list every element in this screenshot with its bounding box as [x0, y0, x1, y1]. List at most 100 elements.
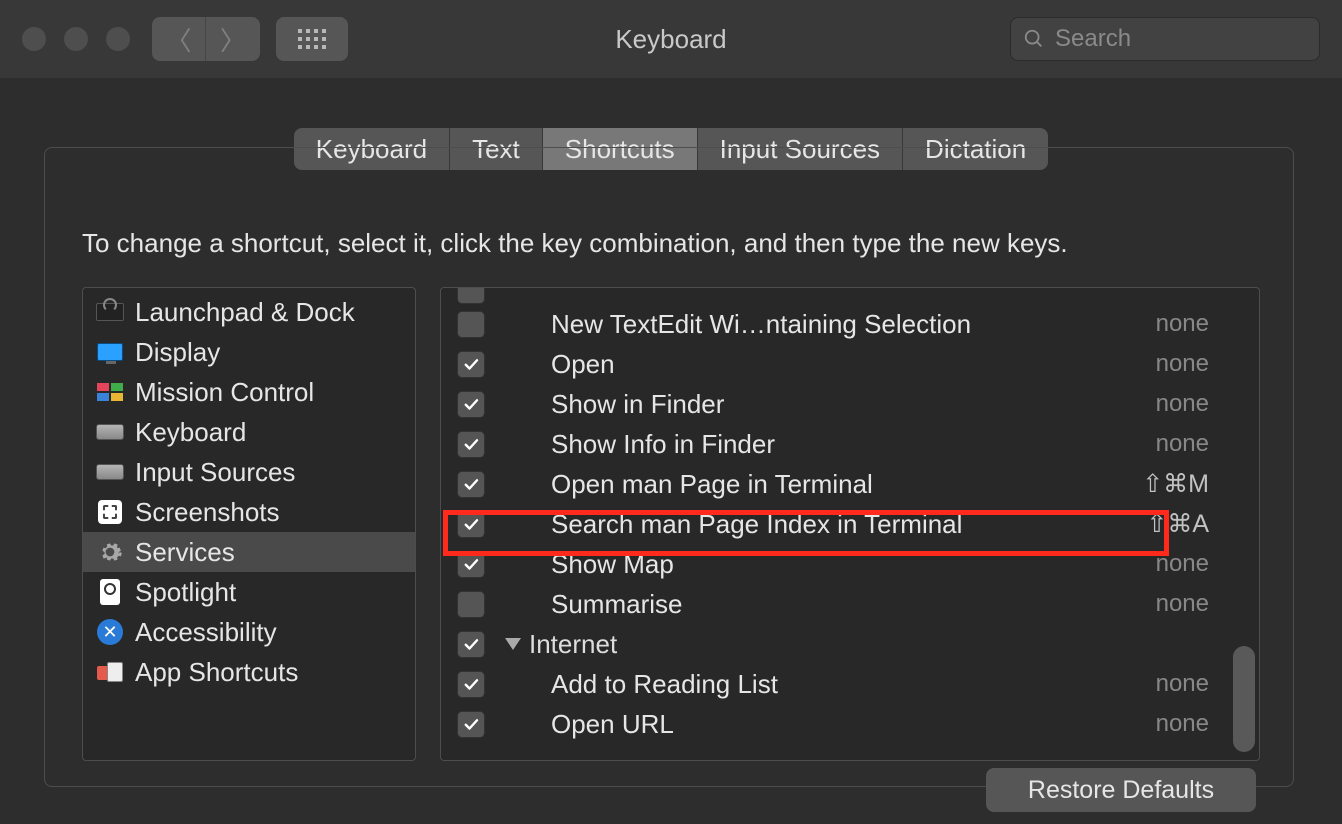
list-item[interactable]: Show Map none: [441, 544, 1259, 584]
sidebar-item-display[interactable]: Display: [83, 332, 415, 372]
list-item[interactable]: Add to Reading List none: [441, 664, 1259, 704]
sidebar-item-accessibility[interactable]: ✕ Accessibility: [83, 612, 415, 652]
gear-icon: [95, 538, 125, 566]
sidebar-item-label: Spotlight: [135, 577, 236, 608]
shortcut-value[interactable]: none: [1156, 670, 1209, 698]
group-header-internet[interactable]: Internet: [441, 624, 1259, 664]
tab-input-sources[interactable]: Input Sources: [698, 128, 903, 170]
sidebar-item-label: Mission Control: [135, 377, 314, 408]
sidebar-item-keyboard[interactable]: Keyboard: [83, 412, 415, 452]
shortcut-value[interactable]: none: [1156, 430, 1209, 458]
forward-button[interactable]: 〉: [206, 17, 260, 61]
checkbox[interactable]: [457, 551, 485, 578]
checkbox[interactable]: [457, 591, 485, 618]
sidebar-item-services[interactable]: Services: [83, 532, 415, 572]
shortcut-value[interactable]: ⇧⌘M: [1142, 469, 1209, 499]
minimize-window-button[interactable]: [64, 27, 88, 51]
launchpad-icon: [95, 298, 125, 326]
scrollbar[interactable]: [1233, 646, 1255, 752]
shortcut-value[interactable]: none: [1156, 310, 1209, 338]
sidebar-item-input-sources[interactable]: Input Sources: [83, 452, 415, 492]
checkbox[interactable]: [457, 711, 485, 738]
sidebar-item-label: Screenshots: [135, 497, 280, 528]
checkbox[interactable]: [457, 391, 485, 418]
tab-dictation[interactable]: Dictation: [903, 128, 1048, 170]
checkbox[interactable]: [457, 351, 485, 378]
checkbox[interactable]: [457, 288, 485, 304]
close-window-button[interactable]: [22, 27, 46, 51]
sidebar-item-mission-control[interactable]: Mission Control: [83, 372, 415, 412]
sidebar-item-label: Keyboard: [135, 417, 246, 448]
tab-keyboard[interactable]: Keyboard: [294, 128, 450, 170]
list-item[interactable]: [441, 288, 1259, 304]
list-item[interactable]: Show Info in Finder none: [441, 424, 1259, 464]
sidebar-item-label: Launchpad & Dock: [135, 297, 355, 328]
categories-list: Launchpad & Dock Display Mission Control…: [82, 287, 416, 761]
chevron-right-icon: 〉: [220, 21, 246, 58]
shortcut-value[interactable]: none: [1156, 710, 1209, 738]
restore-defaults-button[interactable]: Restore Defaults: [986, 768, 1256, 812]
search-icon: [1023, 28, 1045, 50]
grid-icon: [298, 29, 326, 49]
sidebar-item-label: Display: [135, 337, 220, 368]
checkbox[interactable]: [457, 431, 485, 458]
search-placeholder: Search: [1055, 25, 1131, 53]
back-button[interactable]: 〈: [152, 17, 206, 61]
checkbox[interactable]: [457, 471, 485, 498]
sidebar-item-app-shortcuts[interactable]: App Shortcuts: [83, 652, 415, 692]
window-title: Keyboard: [615, 24, 726, 55]
search-input[interactable]: Search: [1010, 17, 1320, 61]
service-label: Show Map: [551, 549, 1189, 580]
tab-shortcuts[interactable]: Shortcuts: [543, 128, 698, 170]
app-shortcuts-icon: [95, 658, 125, 686]
list-item[interactable]: Open none: [441, 344, 1259, 384]
list-item[interactable]: Open man Page in Terminal ⇧⌘M: [441, 464, 1259, 504]
service-label: Add to Reading List: [551, 669, 1189, 700]
shortcut-value[interactable]: none: [1156, 390, 1209, 418]
screenshot-icon: [95, 498, 125, 526]
list-item[interactable]: Show in Finder none: [441, 384, 1259, 424]
group-label: Internet: [529, 629, 617, 660]
tab-text[interactable]: Text: [450, 128, 543, 170]
list-item[interactable]: Open URL none: [441, 704, 1259, 744]
checkbox[interactable]: [457, 511, 485, 538]
disclosure-triangle-icon[interactable]: [505, 638, 521, 650]
service-label: Open man Page in Terminal: [551, 469, 1189, 500]
instructions-text: To change a shortcut, select it, click t…: [82, 228, 1260, 259]
service-label: Open: [551, 349, 1189, 380]
keyboard-icon: [95, 418, 125, 446]
checkbox[interactable]: [457, 311, 485, 338]
keyboard-icon: [95, 458, 125, 486]
list-item-highlighted[interactable]: Search man Page Index in Terminal ⇧⌘A: [441, 504, 1259, 544]
shortcut-value[interactable]: none: [1156, 550, 1209, 578]
accessibility-icon: ✕: [95, 618, 125, 646]
list-item[interactable]: New TextEdit Wi…ntaining Selection none: [441, 304, 1259, 344]
zoom-window-button[interactable]: [106, 27, 130, 51]
service-label: Open URL: [551, 709, 1189, 740]
window-controls: [22, 27, 130, 51]
sidebar-item-label: App Shortcuts: [135, 657, 298, 688]
service-label: New TextEdit Wi…ntaining Selection: [551, 309, 1189, 340]
sidebar-item-label: Input Sources: [135, 457, 295, 488]
sidebar-item-screenshots[interactable]: Screenshots: [83, 492, 415, 532]
shortcuts-list: New TextEdit Wi…ntaining Selection none …: [440, 287, 1260, 761]
display-icon: [95, 338, 125, 366]
toolbar: 〈 〉 Keyboard Search: [0, 0, 1342, 78]
checkbox[interactable]: [457, 671, 485, 698]
sidebar-item-label: Services: [135, 537, 235, 568]
shortcut-value[interactable]: none: [1156, 350, 1209, 378]
show-all-button[interactable]: [276, 17, 348, 61]
service-label: Search man Page Index in Terminal: [551, 509, 1189, 540]
chevron-left-icon: 〈: [165, 21, 191, 58]
shortcut-value[interactable]: none: [1156, 590, 1209, 618]
service-label: Show Info in Finder: [551, 429, 1189, 460]
shortcut-value[interactable]: ⇧⌘A: [1146, 509, 1209, 539]
list-item[interactable]: Summarise none: [441, 584, 1259, 624]
sidebar-item-spotlight[interactable]: Spotlight: [83, 572, 415, 612]
spotlight-icon: [95, 578, 125, 606]
mission-control-icon: [95, 378, 125, 406]
checkbox[interactable]: [457, 631, 485, 658]
sidebar-item-launchpad-dock[interactable]: Launchpad & Dock: [83, 292, 415, 332]
sidebar-item-label: Accessibility: [135, 617, 277, 648]
service-label: Show in Finder: [551, 389, 1189, 420]
